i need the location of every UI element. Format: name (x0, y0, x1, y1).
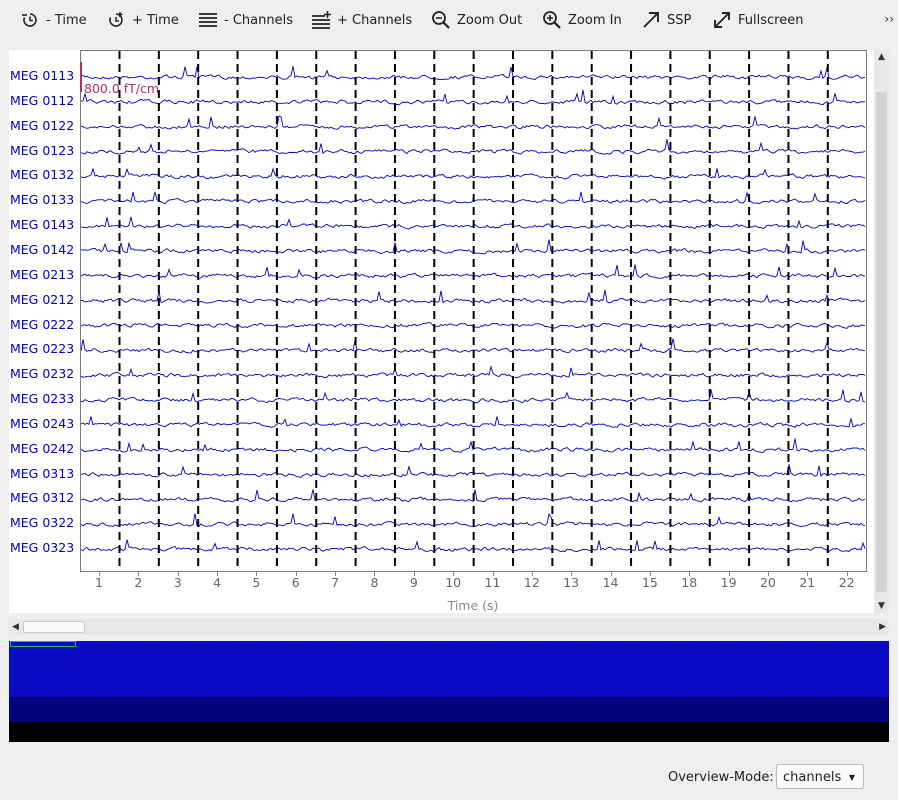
channel-label[interactable]: MEG 0213 (10, 267, 74, 282)
x-tick-label: 5 (252, 575, 261, 590)
x-tick-label: 2 (134, 575, 143, 590)
scroll-left-arrow-icon[interactable]: ◀ (12, 622, 19, 632)
vertical-scrollbar[interactable]: ▲ ▼ (874, 50, 889, 613)
horizontal-scrollbar[interactable]: ◀ ▶ (9, 619, 889, 635)
toolbar: - Time + Time - Channels + Channels Zoom… (0, 0, 898, 40)
overview-svg (8, 641, 889, 742)
arrow-diagonal-icon (643, 12, 659, 28)
overview-band-lower (9, 722, 889, 742)
fullscreen-icon (714, 12, 730, 28)
channels-plus-icon (312, 11, 331, 29)
zoom-in-label: Zoom In (568, 12, 622, 28)
zoom-out-icon (432, 11, 450, 29)
x-tick-label: 15 (641, 575, 658, 590)
x-tick-label: 10 (445, 575, 462, 590)
channel-labels: MEG 0113 MEG 0112 MEG 0122 MEG 0123 MEG 0132… (9, 50, 79, 572)
channel-label[interactable]: MEG 0312 (10, 490, 74, 505)
x-tick-label: 13 (563, 575, 580, 590)
decrease-time-button[interactable]: - Time (20, 9, 87, 31)
channel-label[interactable]: MEG 0242 (10, 441, 74, 456)
x-tick-label: 21 (799, 575, 816, 590)
x-tick-label: 7 (331, 575, 340, 590)
x-tick-label: 22 (838, 575, 855, 590)
chevron-down-icon: ▼ (848, 773, 855, 782)
overview-viewport-indicator[interactable] (10, 641, 76, 647)
channel-label[interactable]: MEG 0223 (10, 341, 74, 356)
x-tick-label: 6 (291, 575, 300, 590)
channel-label[interactable]: MEG 0232 (10, 366, 74, 381)
fullscreen-label: Fullscreen (738, 12, 804, 28)
zoom-in-button[interactable]: Zoom In (542, 9, 622, 31)
trace-svg (81, 51, 866, 571)
increase-channels-label: + Channels (337, 12, 413, 28)
channels-minus-icon (199, 13, 217, 27)
channel-label[interactable]: MEG 0212 (10, 292, 74, 307)
x-tick-label: 1 (95, 575, 103, 590)
channel-label[interactable]: MEG 0222 (10, 317, 74, 332)
channel-label[interactable]: MEG 0122 (10, 118, 74, 133)
vertical-scroll-thumb[interactable] (876, 92, 887, 592)
channel-label[interactable]: MEG 0142 (10, 242, 74, 257)
increase-channels-button[interactable]: + Channels (311, 9, 412, 31)
channel-label[interactable]: MEG 0112 (10, 93, 74, 108)
zoom-in-icon (543, 11, 561, 29)
scroll-right-arrow-icon[interactable]: ▶ (879, 622, 886, 632)
zoom-out-label: Zoom Out (457, 12, 523, 28)
x-tick-label: 8 (370, 575, 379, 590)
x-tick-label: 4 (213, 575, 222, 590)
clock-minus-icon (22, 13, 37, 27)
toolbar-overflow-button[interactable]: ›› (884, 12, 894, 26)
horizontal-scroll-thumb[interactable] (23, 621, 85, 633)
x-tick-label: 19 (720, 575, 737, 590)
channel-label[interactable]: MEG 0243 (10, 416, 74, 431)
channel-label[interactable]: MEG 0133 (10, 192, 74, 207)
channel-label[interactable]: MEG 0113 (10, 68, 74, 83)
scroll-up-arrow-icon[interactable]: ▲ (878, 52, 885, 62)
decrease-channels-label: - Channels (224, 12, 293, 28)
x-tick-label: 18 (681, 575, 698, 590)
channel-label[interactable]: MEG 0323 (10, 540, 74, 555)
channel-label[interactable]: MEG 0123 (10, 143, 74, 158)
trace-plot[interactable] (80, 50, 867, 572)
channel-label[interactable]: MEG 0233 (10, 391, 74, 406)
overview-mode-select[interactable]: channels ▼ (776, 764, 864, 789)
ssp-button[interactable]: SSP (641, 9, 691, 31)
x-axis-label: Time (s) (447, 598, 499, 613)
x-tick-label: 14 (602, 575, 619, 590)
channel-label[interactable]: MEG 0132 (10, 167, 74, 182)
fullscreen-button[interactable]: Fullscreen (712, 9, 803, 31)
overview-bar[interactable] (8, 641, 889, 742)
decrease-time-label: - Time (46, 12, 87, 28)
ssp-label: SSP (667, 12, 692, 28)
zoom-out-button[interactable]: Zoom Out (431, 9, 522, 31)
scale-bar (80, 62, 82, 92)
increase-time-button[interactable]: + Time (106, 9, 179, 31)
clock-plus-icon (109, 12, 123, 27)
channel-label[interactable]: MEG 0313 (10, 466, 74, 481)
overview-mode-value: channels (783, 770, 842, 785)
decrease-channels-button[interactable]: - Channels (198, 9, 293, 31)
overview-mode-label: Overview-Mode: (668, 770, 774, 785)
channel-label[interactable]: MEG 0322 (10, 515, 74, 530)
channel-label[interactable]: MEG 0143 (10, 217, 74, 232)
x-tick-label: 3 (173, 575, 182, 590)
x-tick-label: 11 (484, 575, 501, 590)
scale-label: 800.0 fT/cm (84, 81, 160, 96)
scroll-down-arrow-icon[interactable]: ▼ (878, 601, 885, 611)
x-tick-label: 12 (523, 575, 540, 590)
x-tick-label: 20 (759, 575, 776, 590)
x-tick-label: 9 (409, 575, 418, 590)
increase-time-label: + Time (132, 12, 179, 28)
